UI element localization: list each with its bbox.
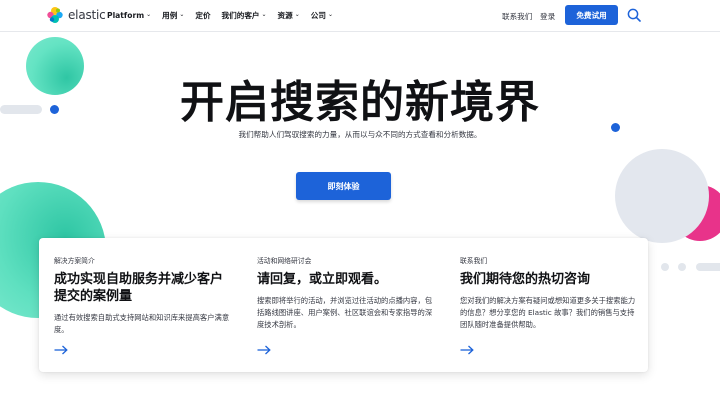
search-icon[interactable]	[627, 8, 641, 22]
main-nav: Platform ⌄ 用例 ⌄ 定价 我们的客户 ⌄ 资源 ⌄ 公司 ⌄	[107, 10, 344, 21]
gray-circle-decor	[615, 149, 709, 243]
arrow-right-icon[interactable]	[54, 345, 68, 355]
nav-item-use-cases[interactable]: 用例 ⌄	[162, 10, 184, 21]
hero-title: 开启搜索的新境界	[180, 77, 540, 128]
card-title[interactable]: 我们期待您的热切咨询	[460, 271, 640, 288]
login-link[interactable]: 登录	[540, 11, 555, 22]
nav-label: 定价	[195, 11, 211, 20]
site-header: elastic Platform ⌄ 用例 ⌄ 定价 我们的客户 ⌄ 资源 ⌄ 公司 ⌄ …	[0, 0, 720, 32]
card-eyebrow: 活动和网络研讨会	[257, 257, 312, 265]
gray-dot-decor-1	[661, 263, 669, 271]
brand-name: elastic	[68, 8, 106, 22]
arrow-right-icon[interactable]	[257, 345, 271, 355]
chevron-down-icon: ⌄	[146, 11, 152, 18]
card-body: 搜索即将举行的活动，并浏览过往活动的点播内容，包括路线图讲座、用户案例、社区联谊…	[257, 296, 433, 329]
card-eyebrow: 解决方案简介	[54, 257, 95, 265]
try-now-button[interactable]: 即刻体验	[296, 172, 391, 200]
free-trial-button[interactable]: 免费试用	[565, 5, 618, 25]
card-title[interactable]: 成功实现自助服务并减少客户提交的案例量	[54, 271, 234, 305]
gray-bar-decor-right	[696, 263, 720, 271]
hero-subtitle: 我们帮助人们驾驭搜索的力量，从而以与众不同的方式查看和分析数据。	[238, 130, 482, 139]
card-body: 您对我们的解决方案有疑问或想知道更多关于搜索能力的信息？想分享您的 Elasti…	[460, 296, 636, 329]
chevron-down-icon: ⌄	[294, 11, 300, 18]
elastic-logo[interactable]: elastic	[46, 6, 106, 24]
card-body: 通过有效搜索自助式支持网站和知识库来提高客户满意度。	[54, 313, 230, 334]
card-eyebrow: 联系我们	[460, 257, 488, 265]
chevron-down-icon: ⌄	[179, 11, 185, 18]
nav-item-customers[interactable]: 我们的客户 ⌄	[222, 10, 267, 21]
nav-item-platform[interactable]: Platform ⌄	[107, 10, 151, 21]
nav-item-company[interactable]: 公司 ⌄	[311, 10, 333, 21]
gray-dot-decor-2	[678, 263, 686, 271]
nav-item-pricing[interactable]: 定价	[195, 10, 210, 21]
chevron-down-icon: ⌄	[261, 11, 267, 18]
elastic-logo-icon	[47, 7, 63, 23]
nav-label: 用例	[162, 11, 178, 20]
feature-card: 解决方案简介 成功实现自助服务并减少客户提交的案例量 通过有效搜索自助式支持网站…	[39, 238, 648, 372]
nav-label: 我们的客户	[221, 11, 260, 20]
arrow-right-icon[interactable]	[460, 345, 474, 355]
contact-us-link[interactable]: 联系我们	[502, 11, 532, 22]
chevron-down-icon: ⌄	[327, 11, 333, 18]
card-title[interactable]: 请回复，或立即观看。	[257, 271, 437, 288]
nav-label: 资源	[277, 11, 293, 20]
nav-label: 公司	[310, 11, 326, 20]
nav-label: Platform	[107, 11, 145, 20]
nav-item-resources[interactable]: 资源 ⌄	[278, 10, 300, 21]
